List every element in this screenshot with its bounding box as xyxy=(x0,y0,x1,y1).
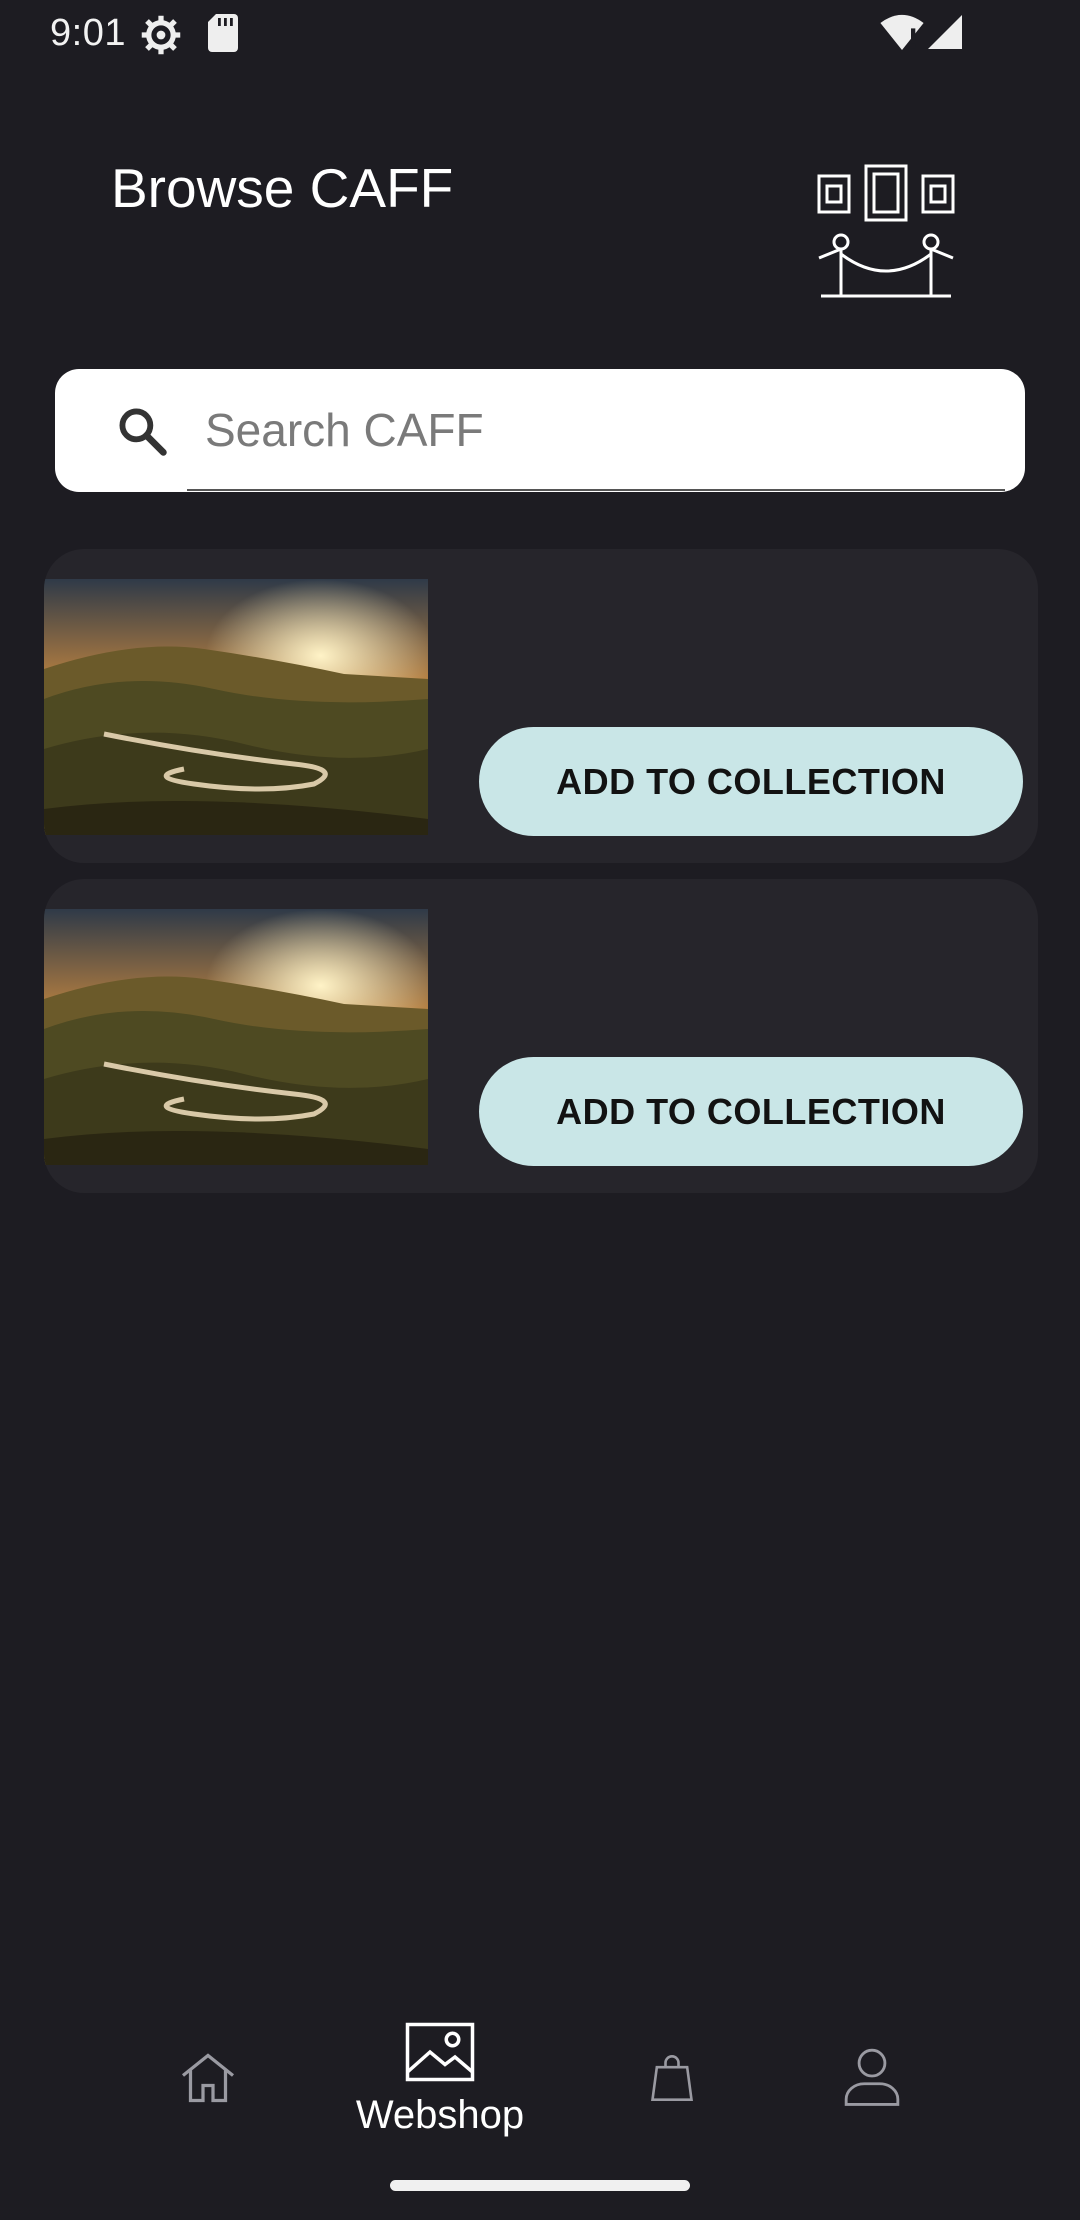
nav-item-cart[interactable] xyxy=(632,2052,712,2192)
cell-signal-icon xyxy=(928,14,962,55)
wifi-alert-icon xyxy=(880,14,924,55)
search-underline xyxy=(187,489,1005,491)
home-icon xyxy=(178,2048,238,2113)
search-input[interactable] xyxy=(185,387,1000,473)
screen: 9:01 Browse CAFF Search CAFF ADD TO COLL… xyxy=(0,0,1080,2220)
search-icon xyxy=(115,404,169,458)
page-title: Browse CAFF xyxy=(111,157,454,219)
landscape-thumbnail[interactable] xyxy=(44,909,428,1165)
add-to-collection-button[interactable]: ADD TO COLLECTION xyxy=(479,727,1023,836)
gallery-exhibit-icon xyxy=(816,162,956,302)
nav-item-home[interactable] xyxy=(168,2048,248,2188)
nav-item-webshop[interactable]: Webshop xyxy=(340,2022,540,2162)
nav-item-profile[interactable] xyxy=(832,2044,912,2184)
add-to-collection-button[interactable]: ADD TO COLLECTION xyxy=(479,1057,1023,1166)
search-box[interactable] xyxy=(55,369,1025,492)
status-bar: 9:01 xyxy=(0,0,1080,66)
person-icon xyxy=(841,2044,903,2113)
image-icon xyxy=(405,2022,475,2087)
settings-icon xyxy=(140,14,182,61)
status-time: 9:01 xyxy=(50,12,126,54)
sd-card-icon xyxy=(208,14,238,57)
home-indicator[interactable] xyxy=(390,2180,690,2191)
landscape-thumbnail[interactable] xyxy=(44,579,428,835)
result-card: ADD TO COLLECTION xyxy=(44,879,1038,1193)
bottom-navigation: Webshop xyxy=(0,2000,1080,2160)
result-card: ADD TO COLLECTION xyxy=(44,549,1038,863)
nav-label-webshop: Webshop xyxy=(355,2093,525,2137)
shopping-bag-icon xyxy=(649,2052,695,2109)
